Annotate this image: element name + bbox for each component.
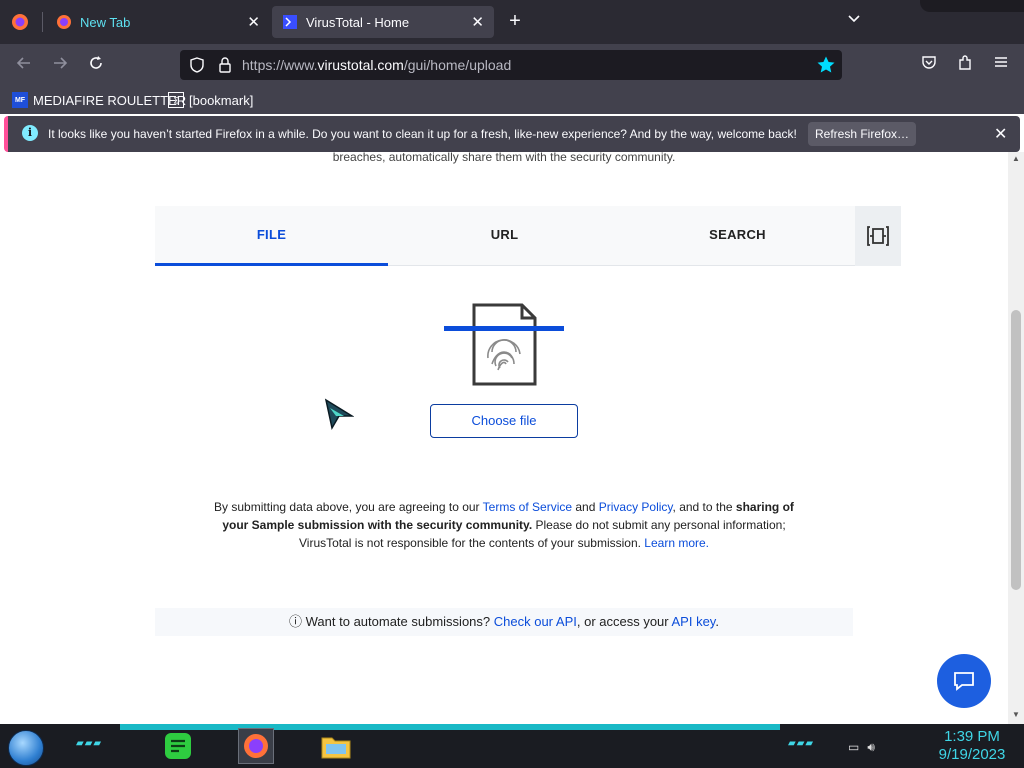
tab-new-tab[interactable]: New Tab ✕	[46, 6, 270, 38]
close-icon[interactable]: ✕	[471, 15, 484, 30]
pocket-icon[interactable]	[918, 54, 940, 76]
legal-part: , and to the	[672, 500, 736, 514]
choose-file-button[interactable]: Choose file	[430, 404, 578, 438]
taskbar: ▰▰▰ ▰▰▰ ▭ 🔊︎ 1:39 PM 9/19/2023	[0, 724, 1024, 768]
hamburger-menu-icon[interactable]	[990, 54, 1012, 76]
network-icon[interactable]: ▭	[848, 740, 859, 754]
api-key-link[interactable]: API key	[672, 614, 716, 629]
close-icon[interactable]: ✕	[247, 15, 260, 30]
clock-time: 1:39 PM	[944, 728, 1000, 745]
firefox-taskbar-icon[interactable]	[238, 728, 274, 764]
chevron-down-icon[interactable]	[844, 12, 864, 32]
scroll-up-arrow-icon[interactable]: ▲	[1011, 154, 1021, 164]
scrollbar-thumb[interactable]	[1011, 310, 1021, 590]
window-controls[interactable]	[920, 0, 1024, 12]
bookmark-item[interactable]: ∑ [bookmark]	[168, 90, 253, 110]
bookmark-label: [bookmark]	[189, 92, 254, 108]
new-tab-button[interactable]: +	[504, 10, 526, 32]
scroll-down-arrow-icon[interactable]: ▼	[1011, 710, 1021, 720]
notification-text: It looks like you haven’t started Firefo…	[48, 127, 797, 141]
bookmark-star-icon[interactable]	[816, 55, 836, 75]
tab-search[interactable]: SEARCH	[621, 206, 854, 266]
info-icon: ⓘ	[289, 614, 303, 629]
check-api-link[interactable]: Check our API	[494, 614, 577, 629]
api-notice: ⓘ Want to automate submissions? Check ou…	[155, 608, 853, 636]
url-bar[interactable]: https://www.virustotal.com/gui/home/uplo…	[180, 50, 842, 80]
refresh-firefox-button[interactable]: Refresh Firefox…	[808, 122, 916, 146]
forward-arrow-icon[interactable]	[48, 54, 72, 76]
tab-url[interactable]: URL	[388, 206, 621, 266]
tab-separator	[42, 12, 43, 32]
back-arrow-icon[interactable]	[12, 54, 36, 76]
api-text: .	[715, 614, 719, 629]
legal-part: By submitting data above, you are agreei…	[214, 500, 483, 514]
learn-more-link[interactable]: Learn more.	[644, 536, 709, 550]
clock[interactable]: 1:39 PM 9/19/2023	[930, 728, 1014, 764]
notification-bar: i It looks like you haven’t started Fire…	[4, 116, 1020, 152]
tab-title: New Tab	[80, 14, 131, 30]
decor-chevrons: ▰▰▰	[788, 738, 815, 749]
firefox-icon	[57, 15, 71, 29]
api-text: Want to automate submissions?	[305, 614, 494, 629]
firefox-view-icon[interactable]	[8, 10, 32, 34]
chat-bubble-icon	[954, 672, 974, 691]
page-content: breaches, automatically share them with …	[0, 152, 1008, 724]
bookmarks-toolbar: MF MEDIAFIRE ROULETTER ∑ [bookmark]	[0, 86, 1024, 114]
bookmark-mediafire[interactable]: MF MEDIAFIRE ROULETTER	[12, 90, 186, 110]
intro-text: breaches, automatically share them with …	[332, 152, 676, 164]
chat-button[interactable]	[937, 654, 991, 708]
volume-icon[interactable]: 🔊︎	[867, 740, 875, 755]
taskbar-accent	[120, 724, 780, 730]
tab-bar: New Tab ✕ VirusTotal - Home ✕ +	[0, 0, 1024, 44]
navigation-toolbar: https://www.virustotal.com/gui/home/uplo…	[0, 44, 1024, 86]
fingerprint-file-icon	[444, 303, 564, 386]
extensions-icon[interactable]	[954, 54, 976, 76]
start-button[interactable]	[8, 730, 44, 766]
lock-icon[interactable]	[216, 56, 234, 74]
tab-title: VirusTotal - Home	[306, 14, 410, 30]
bookmark-label: MEDIAFIRE ROULETTER	[33, 92, 187, 108]
tab-file[interactable]: FILE	[155, 206, 388, 266]
bookmark-folder-icon: ∑	[168, 92, 184, 108]
virustotal-icon	[283, 15, 297, 29]
vt-settings-icon[interactable]	[855, 206, 901, 266]
tab-virustotal[interactable]: VirusTotal - Home ✕	[272, 6, 494, 38]
privacy-policy-link[interactable]: Privacy Policy	[599, 500, 673, 514]
url-text[interactable]: https://www.virustotal.com/gui/home/uplo…	[242, 57, 511, 73]
reload-icon[interactable]	[84, 54, 108, 76]
legal-text: By submitting data above, you are agreei…	[200, 498, 808, 552]
notes-app-icon[interactable]	[160, 728, 196, 764]
shield-icon[interactable]	[188, 56, 206, 74]
legal-part: and	[572, 500, 599, 514]
file-explorer-icon[interactable]	[318, 728, 354, 764]
upload-tabs: FILE URL SEARCH	[155, 206, 901, 266]
close-icon[interactable]: ✕	[994, 124, 1007, 144]
scrollbar[interactable]: ▲ ▼	[1008, 152, 1024, 724]
mediafire-icon: MF	[12, 92, 28, 108]
info-icon: i	[22, 125, 38, 141]
clock-date: 9/19/2023	[938, 746, 1006, 763]
api-text: , or access your	[576, 614, 672, 629]
mouse-cursor-icon	[324, 398, 354, 431]
decor-chevrons: ▰▰▰	[76, 738, 103, 749]
terms-of-service-link[interactable]: Terms of Service	[483, 500, 572, 514]
system-tray: ▭ 🔊︎	[848, 738, 875, 756]
